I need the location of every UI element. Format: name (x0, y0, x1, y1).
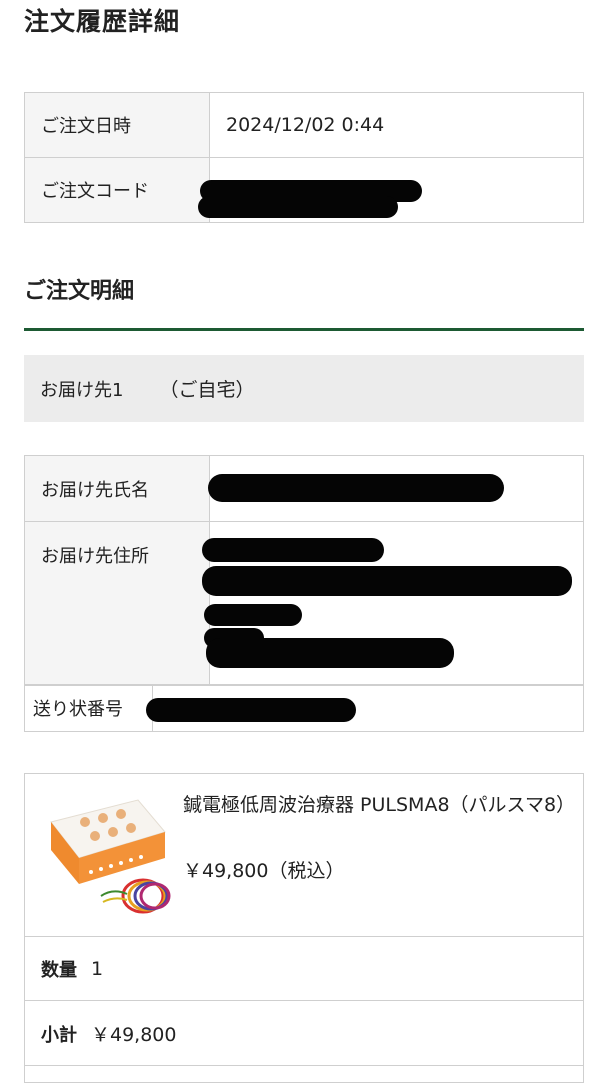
order-date-row: ご注文日時 2024/12/02 0:44 (24, 92, 584, 158)
redaction-address-1 (202, 538, 384, 562)
destination-label: お届け先1 (40, 379, 124, 401)
order-date-label: ご注文日時 (24, 92, 210, 158)
order-date-value: 2024/12/02 0:44 (209, 92, 584, 158)
tracking-number-label: 送り状番号 (25, 685, 153, 731)
product-name[interactable]: 鍼電極低周波治療器 PULSMA8（パルスマ8） (183, 790, 575, 821)
destination-header: お届け先1 （ご自宅） (24, 355, 584, 422)
redaction-address-3 (204, 604, 302, 626)
redaction-address-2 (202, 566, 572, 596)
redaction-recipient-name (208, 474, 504, 502)
order-code-label: ご注文コード (24, 157, 210, 223)
subtotal-label: 小計 (41, 1024, 77, 1046)
product-price: ￥49,800（税込） (183, 860, 345, 882)
section-title: ご注文明細 (24, 279, 135, 304)
subtotal-value: ￥49,800 (91, 1024, 177, 1046)
product-row[interactable]: 鍼電極低周波治療器 PULSMA8（パルスマ8） ￥49,800（税込） (25, 774, 583, 937)
recipient-name-label: お届け先氏名 (24, 455, 210, 522)
subtotal-row: 小計 ￥49,800 (25, 1002, 583, 1066)
section-divider (24, 328, 584, 331)
destination-type: （ご自宅） (159, 379, 255, 401)
redaction-order-code-2 (198, 196, 398, 218)
quantity-label: 数量 (41, 959, 77, 981)
page-title: 注文履歴詳細 (24, 7, 181, 36)
product-image[interactable] (43, 792, 173, 920)
product-card: 鍼電極低周波治療器 PULSMA8（パルスマ8） ￥49,800（税込） 数量 … (24, 773, 584, 1083)
quantity-value: 1 (91, 957, 104, 980)
redaction-address-5 (206, 638, 454, 668)
quantity-row: 数量 1 (25, 937, 583, 1001)
recipient-address-label: お届け先住所 (24, 521, 210, 686)
redaction-tracking-number (146, 698, 356, 722)
